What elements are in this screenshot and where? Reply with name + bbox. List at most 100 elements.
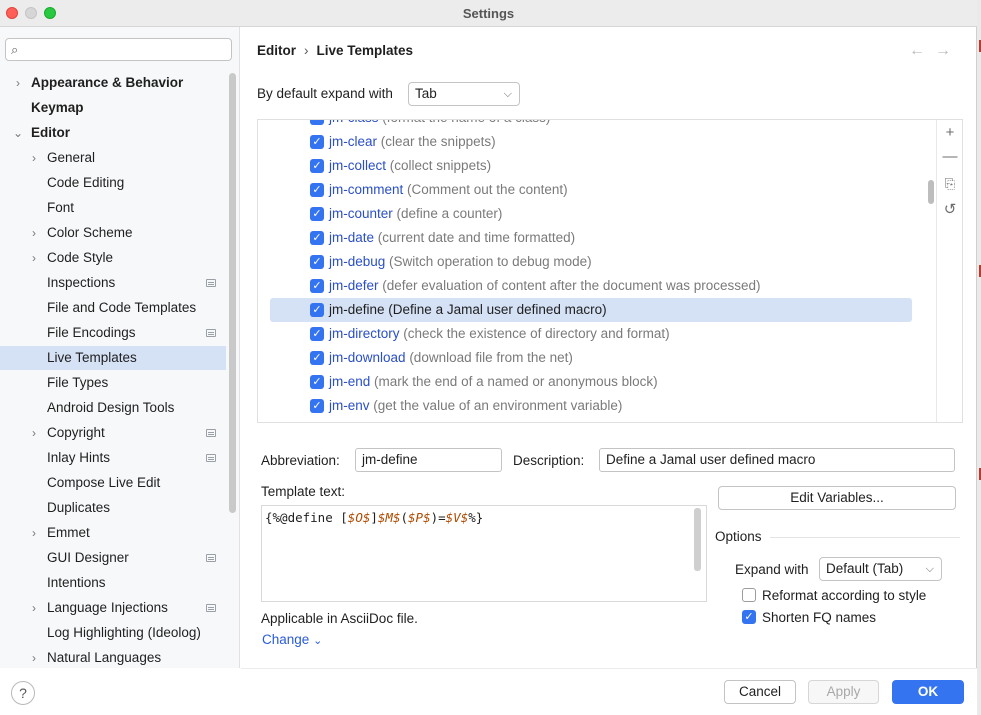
template-checkbox[interactable]: ✓	[310, 231, 324, 245]
template-checkbox[interactable]: ✓	[310, 159, 324, 173]
template-checkbox[interactable]: ✓	[310, 375, 324, 389]
template-row[interactable]: ✓ jm-defer (defer evaluation of content a…	[270, 274, 912, 298]
template-row[interactable]: ✓ jm-collect (collect snippets)	[270, 154, 912, 178]
sidebar-item[interactable]: Android Design Tools	[0, 396, 226, 420]
sidebar-item[interactable]: › Natural Languages	[0, 646, 226, 670]
default-expand-dropdown[interactable]: Tab ⌵	[408, 82, 520, 106]
default-expand-label: By default expand with	[257, 86, 393, 101]
sidebar-item[interactable]: Duplicates	[0, 496, 226, 520]
reformat-checkbox[interactable]	[742, 588, 756, 602]
template-row[interactable]: ✓ jm-comment (Comment out the content)	[270, 178, 912, 202]
shorten-fq-checkbox[interactable]: ✓	[742, 610, 756, 624]
settings-search[interactable]: ⌕	[5, 38, 232, 61]
options-divider	[770, 537, 960, 538]
template-checkbox[interactable]: ✓	[310, 351, 324, 365]
template-row[interactable]: ✓ jm-class (format the name of a class)	[270, 120, 912, 130]
chevron-right-icon[interactable]: ›	[28, 521, 40, 545]
sidebar-item[interactable]: Font	[0, 196, 226, 220]
sidebar-item[interactable]: Live Templates	[0, 346, 226, 370]
sidebar-item[interactable]: › General	[0, 146, 226, 170]
back-arrow-icon[interactable]: ←	[909, 42, 925, 60]
sidebar-item[interactable]: Compose Live Edit	[0, 471, 226, 495]
cancel-button[interactable]: Cancel	[724, 680, 796, 704]
template-name: jm-class	[329, 120, 379, 125]
breadcrumb-current: Live Templates	[316, 43, 414, 58]
template-checkbox[interactable]: ✓	[310, 399, 324, 413]
sidebar-item[interactable]: Code Editing	[0, 171, 226, 195]
sidebar-item[interactable]: File Types	[0, 371, 226, 395]
sidebar-item[interactable]: › Code Style	[0, 246, 226, 270]
forward-arrow-icon[interactable]: →	[935, 42, 951, 60]
sidebar-item[interactable]: GUI Designer	[0, 546, 226, 570]
templates-list[interactable]: ✓jm-class (format the name of a class)✓j…	[258, 120, 936, 422]
template-row[interactable]: ✓ jm-env (get the value of an environment…	[270, 394, 912, 418]
sidebar-item[interactable]: › Appearance & Behavior	[0, 71, 226, 95]
ok-button[interactable]: OK	[892, 680, 964, 704]
reformat-label[interactable]: Reformat according to style	[762, 588, 926, 603]
restore-icon[interactable]: ↺	[941, 201, 959, 219]
template-row[interactable]: ✓ jm-define (Define a Jamal user defined …	[270, 298, 912, 322]
sidebar-item-label: File and Code Templates	[47, 300, 197, 315]
template-checkbox[interactable]: ✓	[310, 120, 324, 125]
template-variable: $V$	[445, 510, 469, 525]
template-row[interactable]: ✓jm-eval	[270, 418, 912, 422]
chevron-right-icon[interactable]: ›	[28, 221, 40, 245]
apply-button[interactable]: Apply	[808, 680, 879, 704]
edit-variables-button[interactable]: Edit Variables...	[718, 486, 956, 510]
template-checkbox[interactable]: ✓	[310, 255, 324, 269]
sidebar-item[interactable]: File Encodings	[0, 321, 226, 345]
chevron-right-icon[interactable]: ›	[28, 421, 40, 445]
chevron-right-icon[interactable]: ›	[28, 646, 40, 670]
description-field[interactable]: Define a Jamal user defined macro	[599, 448, 955, 472]
sidebar-item[interactable]: › Color Scheme	[0, 221, 226, 245]
template-text-editor[interactable]: {%@define [$O$]$M$($P$)=$V$%}	[261, 505, 707, 602]
expand-with-dropdown[interactable]: Default (Tab) ⌵	[819, 557, 942, 581]
template-checkbox[interactable]: ✓	[310, 303, 324, 317]
search-input[interactable]	[30, 41, 226, 58]
template-row[interactable]: ✓ jm-counter (define a counter)	[270, 202, 912, 226]
change-context-link[interactable]: Change ⌄	[262, 632, 322, 647]
template-checkbox[interactable]: ✓	[310, 183, 324, 197]
sidebar-item[interactable]: ⌄ Editor	[0, 121, 226, 145]
sidebar-scrollbar[interactable]	[229, 73, 236, 513]
template-checkbox[interactable]: ✓	[310, 207, 324, 221]
sidebar-item[interactable]: File and Code Templates	[0, 296, 226, 320]
sidebar-item-label: Appearance & Behavior	[31, 75, 184, 90]
chevron-down-icon[interactable]: ⌄	[12, 121, 24, 145]
template-variable: $P$	[408, 510, 431, 525]
sidebar-item[interactable]: Keymap	[0, 96, 226, 120]
template-checkbox[interactable]: ✓	[310, 279, 324, 293]
settings-window: Settings ⌕ › Appearance & Behavior Keymap ⌄…	[0, 0, 977, 715]
add-icon[interactable]: +	[941, 124, 959, 142]
template-row[interactable]: ✓ jm-date (current date and time formatte…	[270, 226, 912, 250]
chevron-right-icon[interactable]: ›	[28, 246, 40, 270]
sidebar-item[interactable]: › Emmet	[0, 521, 226, 545]
template-row[interactable]: ✓ jm-debug (Switch operation to debug mod…	[270, 250, 912, 274]
templates-scrollbar[interactable]	[928, 180, 934, 204]
template-row[interactable]: ✓ jm-download (download file from the net…	[270, 346, 912, 370]
template-checkbox[interactable]: ✓	[310, 327, 324, 341]
template-checkbox[interactable]: ✓	[310, 135, 324, 149]
remove-icon[interactable]: —	[941, 148, 959, 166]
sidebar-item[interactable]: Intentions	[0, 571, 226, 595]
chevron-right-icon[interactable]: ›	[28, 146, 40, 170]
sidebar-item[interactable]: Inspections	[0, 271, 226, 295]
abbreviation-field[interactable]: jm-define	[355, 448, 502, 472]
sidebar-item[interactable]: › Language Injections	[0, 596, 226, 620]
template-row[interactable]: ✓ jm-clear (clear the snippets)	[270, 130, 912, 154]
breadcrumb-parent[interactable]: Editor	[257, 43, 296, 58]
sidebar-item[interactable]: Log Highlighting (Ideolog)	[0, 621, 226, 645]
project-scope-icon	[206, 604, 216, 612]
template-row[interactable]: ✓ jm-end (mark the end of a named or anon…	[270, 370, 912, 394]
chevron-right-icon[interactable]: ›	[12, 71, 24, 95]
template-name: jm-end	[329, 374, 371, 389]
editor-scrollbar[interactable]	[694, 508, 701, 571]
shorten-fq-label[interactable]: Shorten FQ names	[762, 610, 876, 625]
template-name-text: jm-eval	[329, 418, 373, 422]
help-button[interactable]: ?	[11, 681, 35, 705]
copy-icon[interactable]: ⎘	[941, 175, 959, 193]
sidebar-item[interactable]: › Copyright	[0, 421, 226, 445]
chevron-right-icon[interactable]: ›	[28, 596, 40, 620]
template-row[interactable]: ✓ jm-directory (check the existence of di…	[270, 322, 912, 346]
sidebar-item[interactable]: Inlay Hints	[0, 446, 226, 470]
